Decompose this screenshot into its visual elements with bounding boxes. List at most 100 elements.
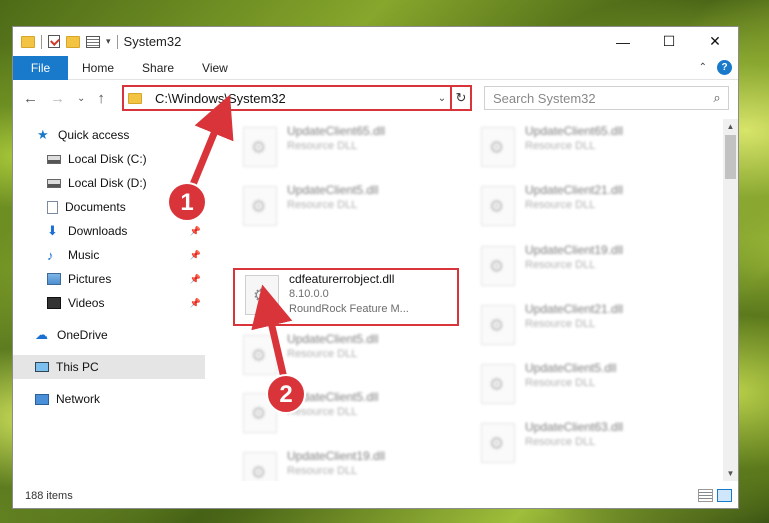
sidebar-item-music[interactable]: ♪ Music 📌: [13, 243, 205, 267]
sidebar-item-label: This PC: [56, 360, 99, 374]
list-item[interactable]: UpdateClient5.dll Resource DLL: [471, 356, 696, 412]
nav-arrows: ← → ⌄ ↑: [23, 90, 105, 107]
video-icon: [47, 297, 61, 309]
window-title: System32: [123, 34, 182, 49]
sidebar-item-local-disk-d[interactable]: Local Disk (D:): [13, 171, 205, 195]
download-icon: ⬇: [47, 223, 58, 238]
pin-icon[interactable]: 📌: [190, 274, 201, 285]
file-description: RoundRock Feature M...: [289, 303, 409, 315]
sidebar-item-quick-access[interactable]: ★ Quick access: [13, 123, 205, 147]
selected-file-cdfeaturerrobject[interactable]: cdfeaturerrobject.dll 8.10.0.0 RoundRock…: [233, 268, 459, 326]
list-item[interactable]: UpdateClient19.dll Resource DLL: [233, 444, 458, 481]
navigation-pane: ★ Quick access Local Disk (C:) Local Dis…: [13, 119, 205, 481]
file-type: Resource DLL: [287, 140, 358, 152]
sidebar-item-label: Documents: [65, 200, 126, 214]
sidebar-item-downloads[interactable]: ⬇ Downloads 📌: [13, 219, 205, 243]
minimize-button[interactable]: —: [600, 27, 646, 56]
search-icon[interactable]: ⌕: [706, 90, 728, 106]
file-type: Resource DLL: [525, 436, 596, 448]
sidebar-item-videos[interactable]: Videos 📌: [13, 291, 205, 315]
pin-icon[interactable]: 📌: [190, 226, 201, 237]
scrollbar-thumb[interactable]: [725, 135, 736, 179]
sidebar-item-label: Quick access: [58, 128, 130, 142]
tab-file[interactable]: File: [13, 55, 68, 80]
list-item[interactable]: UpdateClient65.dll Resource DLL: [233, 119, 458, 175]
list-item[interactable]: UpdateClient65.dll Resource DLL: [471, 119, 696, 175]
address-path[interactable]: C:\Windows\System32: [155, 91, 434, 106]
file-name: UpdateClient5.dll: [287, 332, 379, 346]
file-list: UpdateClient65.dll Resource DLL UpdateCli…: [225, 119, 723, 481]
dll-file-icon: [481, 364, 515, 404]
pin-icon[interactable]: 📌: [190, 298, 201, 309]
list-item[interactable]: UpdateClient21.dll Resource DLL: [471, 178, 696, 234]
title-bar: ▾ System32 — ☐ ✕: [13, 27, 738, 56]
view-properties-icon[interactable]: [86, 35, 100, 48]
file-type: Resource DLL: [525, 199, 596, 211]
search-box[interactable]: Search System32 ⌕: [484, 86, 729, 110]
maximize-button[interactable]: ☐: [646, 27, 692, 56]
file-name: UpdateClient19.dll: [287, 449, 386, 463]
sidebar-item-local-disk-c[interactable]: Local Disk (C:): [13, 147, 205, 171]
sidebar-item-onedrive[interactable]: ☁ OneDrive: [13, 323, 205, 347]
list-item[interactable]: UpdateClient5.dll Resource DLL: [233, 327, 458, 383]
help-icon[interactable]: ?: [717, 60, 732, 75]
file-type: Resource DLL: [287, 406, 358, 418]
sidebar-item-this-pc[interactable]: This PC: [13, 355, 205, 379]
file-name: UpdateClient63.dll: [525, 420, 624, 434]
sidebar-item-label: Downloads: [68, 224, 128, 238]
search-input[interactable]: Search System32: [493, 91, 706, 106]
folder-icon: [21, 35, 35, 48]
file-type: Resource DLL: [525, 259, 596, 271]
recent-locations-icon[interactable]: ⌄: [77, 93, 85, 104]
quick-access-toolbar: ▾: [21, 34, 118, 49]
up-button[interactable]: ↑: [97, 90, 105, 107]
sidebar-item-label: Local Disk (D:): [68, 176, 147, 190]
tab-home[interactable]: Home: [68, 61, 128, 75]
dll-file-icon: [481, 127, 515, 167]
view-switcher: [698, 489, 732, 502]
item-count: 188 items: [25, 490, 73, 502]
dll-file-icon: [481, 246, 515, 286]
sidebar-item-network[interactable]: Network: [13, 387, 205, 411]
list-item[interactable]: UpdateClient19.dll Resource DLL: [471, 238, 696, 294]
back-button[interactable]: ←: [23, 90, 38, 107]
forward-button[interactable]: →: [50, 90, 65, 107]
address-dropdown-icon[interactable]: ⌄: [434, 93, 450, 104]
pin-icon[interactable]: 📌: [190, 202, 201, 213]
tab-share[interactable]: Share: [128, 61, 188, 75]
vertical-scrollbar[interactable]: ▲ ▼: [723, 119, 738, 481]
scroll-down-icon[interactable]: ▼: [723, 466, 738, 481]
file-name: UpdateClient19.dll: [525, 243, 624, 257]
file-name: UpdateClient65.dll: [525, 124, 624, 138]
divider: [41, 34, 42, 49]
file-name: UpdateClient5.dll: [287, 183, 379, 197]
large-icons-view-icon[interactable]: [717, 489, 732, 502]
sidebar-item-pictures[interactable]: Pictures 📌: [13, 267, 205, 291]
list-item[interactable]: UpdateClient5.dll Resource DLL: [233, 178, 458, 234]
dll-file-icon: [243, 127, 277, 167]
file-type: Resource DLL: [525, 377, 596, 389]
sidebar-item-label: Network: [56, 392, 101, 406]
divider: [116, 34, 118, 49]
refresh-button[interactable]: ↻: [450, 87, 470, 109]
address-bar[interactable]: C:\Windows\System32 ⌄ ↻: [122, 85, 472, 111]
close-button[interactable]: ✕: [692, 27, 738, 56]
sidebar-item-documents[interactable]: Documents 📌: [13, 195, 205, 219]
list-item[interactable]: UpdateClient63.dll Resource DLL: [471, 415, 696, 471]
sidebar-item-label: Pictures: [68, 272, 112, 286]
tab-view[interactable]: View: [188, 61, 242, 75]
details-view-icon[interactable]: [698, 489, 713, 502]
list-item[interactable]: UpdateClient5.dll Resource DLL: [233, 385, 458, 441]
collapse-ribbon-icon[interactable]: ⌃: [699, 62, 707, 73]
customize-toolbar-icon[interactable]: ▾: [106, 36, 111, 47]
list-item[interactable]: UpdateClient21.dll Resource DLL: [471, 297, 696, 353]
scroll-up-icon[interactable]: ▲: [723, 119, 738, 134]
sidebar-item-label: Local Disk (C:): [68, 152, 147, 166]
status-bar: 188 items: [13, 483, 738, 509]
file-version: 8.10.0.0: [289, 288, 329, 300]
properties-check-icon[interactable]: [48, 35, 60, 48]
new-folder-icon[interactable]: [66, 35, 80, 48]
dll-file-icon: [245, 275, 279, 315]
file-name: UpdateClient5.dll: [525, 361, 617, 375]
pin-icon[interactable]: 📌: [190, 250, 201, 261]
